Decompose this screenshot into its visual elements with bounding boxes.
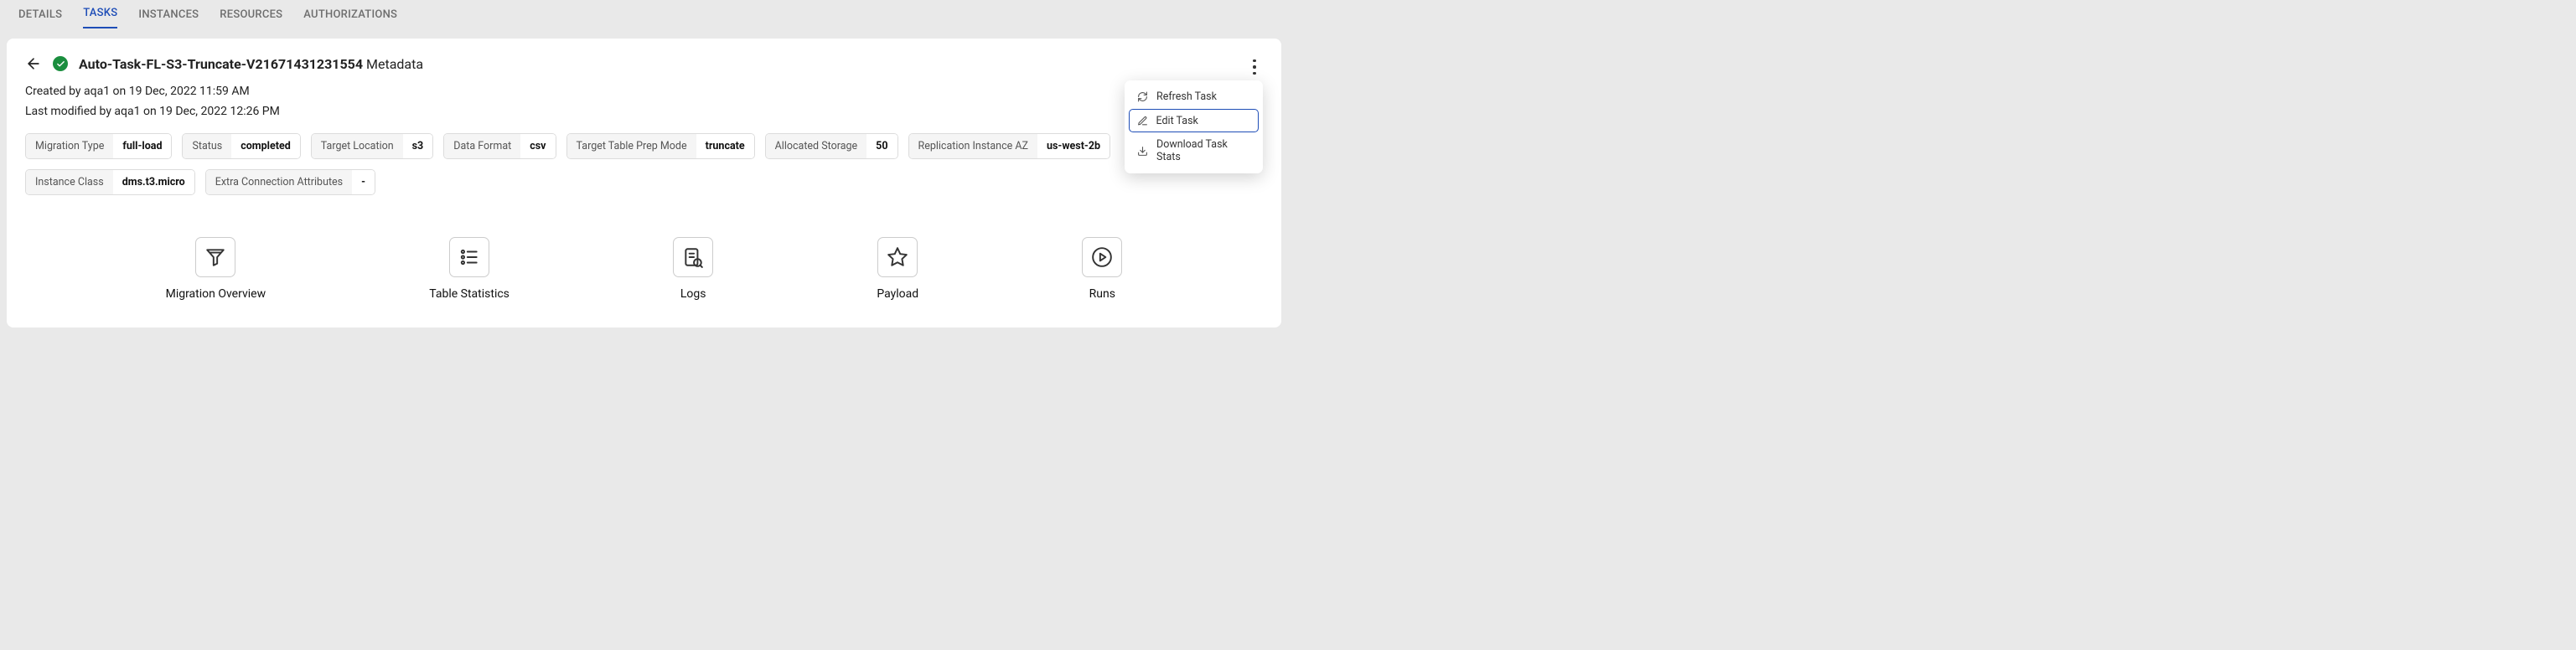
status-success-icon (53, 56, 68, 71)
menu-edit-label: Edit Task (1156, 115, 1198, 127)
tabs-bar: DETAILS TASKS INSTANCES RESOURCES AUTHOR… (0, 0, 1288, 28)
chip-instance-class: Instance Class dms.t3.micro (25, 169, 195, 195)
chip-value: full-load (113, 134, 171, 158)
page-title: Auto-Task-FL-S3-Truncate-V21671431231554… (79, 56, 423, 72)
chip-value: dms.t3.micro (113, 170, 194, 194)
nav-label: Migration Overview (166, 287, 266, 301)
edit-icon (1136, 115, 1149, 127)
chip-migration-type: Migration Type full-load (25, 133, 172, 159)
chip-value: completed (231, 134, 300, 158)
nav-label: Table Statistics (429, 287, 510, 301)
chip-status: Status completed (182, 133, 300, 159)
chip-extra-conn-attrs: Extra Connection Attributes - (205, 169, 375, 195)
nav-table-statistics[interactable]: Table Statistics (429, 237, 510, 301)
modified-by-line: Last modified by aqa1 on 19 Dec, 2022 12… (25, 105, 1263, 118)
task-name: Auto-Task-FL-S3-Truncate-V21671431231554 (79, 56, 363, 72)
chip-label: Status (183, 134, 231, 158)
refresh-icon (1136, 90, 1149, 103)
chip-value: 50 (866, 134, 897, 158)
nav-logs[interactable]: Logs (673, 237, 713, 301)
list-icon (449, 237, 489, 277)
chip-label: Target Table Prep Mode (567, 134, 696, 158)
chip-label: Extra Connection Attributes (206, 170, 352, 194)
nav-label: Runs (1089, 287, 1115, 301)
nav-runs[interactable]: Runs (1082, 237, 1122, 301)
tab-resources[interactable]: RESOURCES (220, 8, 282, 28)
menu-download-stats[interactable]: Download Task Stats (1129, 132, 1259, 169)
chip-allocated-storage: Allocated Storage 50 (765, 133, 898, 159)
chip-label: Allocated Storage (766, 134, 867, 158)
title-suffix: Metadata (366, 56, 423, 72)
nav-label: Payload (877, 287, 918, 301)
property-chips: Migration Type full-load Status complete… (25, 133, 1263, 195)
menu-edit-task[interactable]: Edit Task (1129, 109, 1259, 132)
chip-label: Instance Class (26, 170, 113, 194)
menu-download-label: Download Task Stats (1156, 138, 1251, 163)
chip-value: - (352, 170, 375, 194)
more-menu-button[interactable] (1246, 55, 1263, 79)
chip-value: s3 (403, 134, 433, 158)
back-button[interactable] (25, 55, 42, 72)
tab-details[interactable]: DETAILS (18, 8, 62, 28)
nav-migration-overview[interactable]: Migration Overview (166, 237, 266, 301)
chip-label: Target Location (312, 134, 403, 158)
created-by-line: Created by aqa1 on 19 Dec, 2022 11:59 AM (25, 85, 1263, 98)
chip-value: csv (520, 134, 555, 158)
chip-data-format: Data Format csv (443, 133, 556, 159)
more-menu-dropdown: Refresh Task Edit Task Download Task Sta… (1125, 80, 1263, 173)
chip-label: Data Format (444, 134, 520, 158)
chip-value: us-west-2b (1037, 134, 1110, 158)
download-icon (1136, 145, 1149, 157)
chip-label: Replication Instance AZ (909, 134, 1038, 158)
play-circle-icon (1082, 237, 1122, 277)
funnel-icon (195, 237, 235, 277)
task-card: Refresh Task Edit Task Download Task Sta… (7, 39, 1281, 328)
nav-label: Logs (680, 287, 706, 301)
chip-label: Migration Type (26, 134, 113, 158)
nav-payload[interactable]: Payload (877, 237, 918, 301)
tab-instances[interactable]: INSTANCES (138, 8, 199, 28)
tab-authorizations[interactable]: AUTHORIZATIONS (303, 8, 397, 28)
chip-replication-az: Replication Instance AZ us-west-2b (908, 133, 1111, 159)
menu-refresh-label: Refresh Task (1156, 90, 1217, 103)
star-icon (877, 237, 918, 277)
section-nav: Migration Overview Table Statistics Logs… (25, 237, 1263, 301)
chip-target-location: Target Location s3 (311, 133, 433, 159)
menu-refresh-task[interactable]: Refresh Task (1129, 85, 1259, 109)
tab-tasks[interactable]: TASKS (83, 7, 117, 28)
chip-value: truncate (696, 134, 754, 158)
chip-prep-mode: Target Table Prep Mode truncate (566, 133, 755, 159)
logs-icon (673, 237, 713, 277)
